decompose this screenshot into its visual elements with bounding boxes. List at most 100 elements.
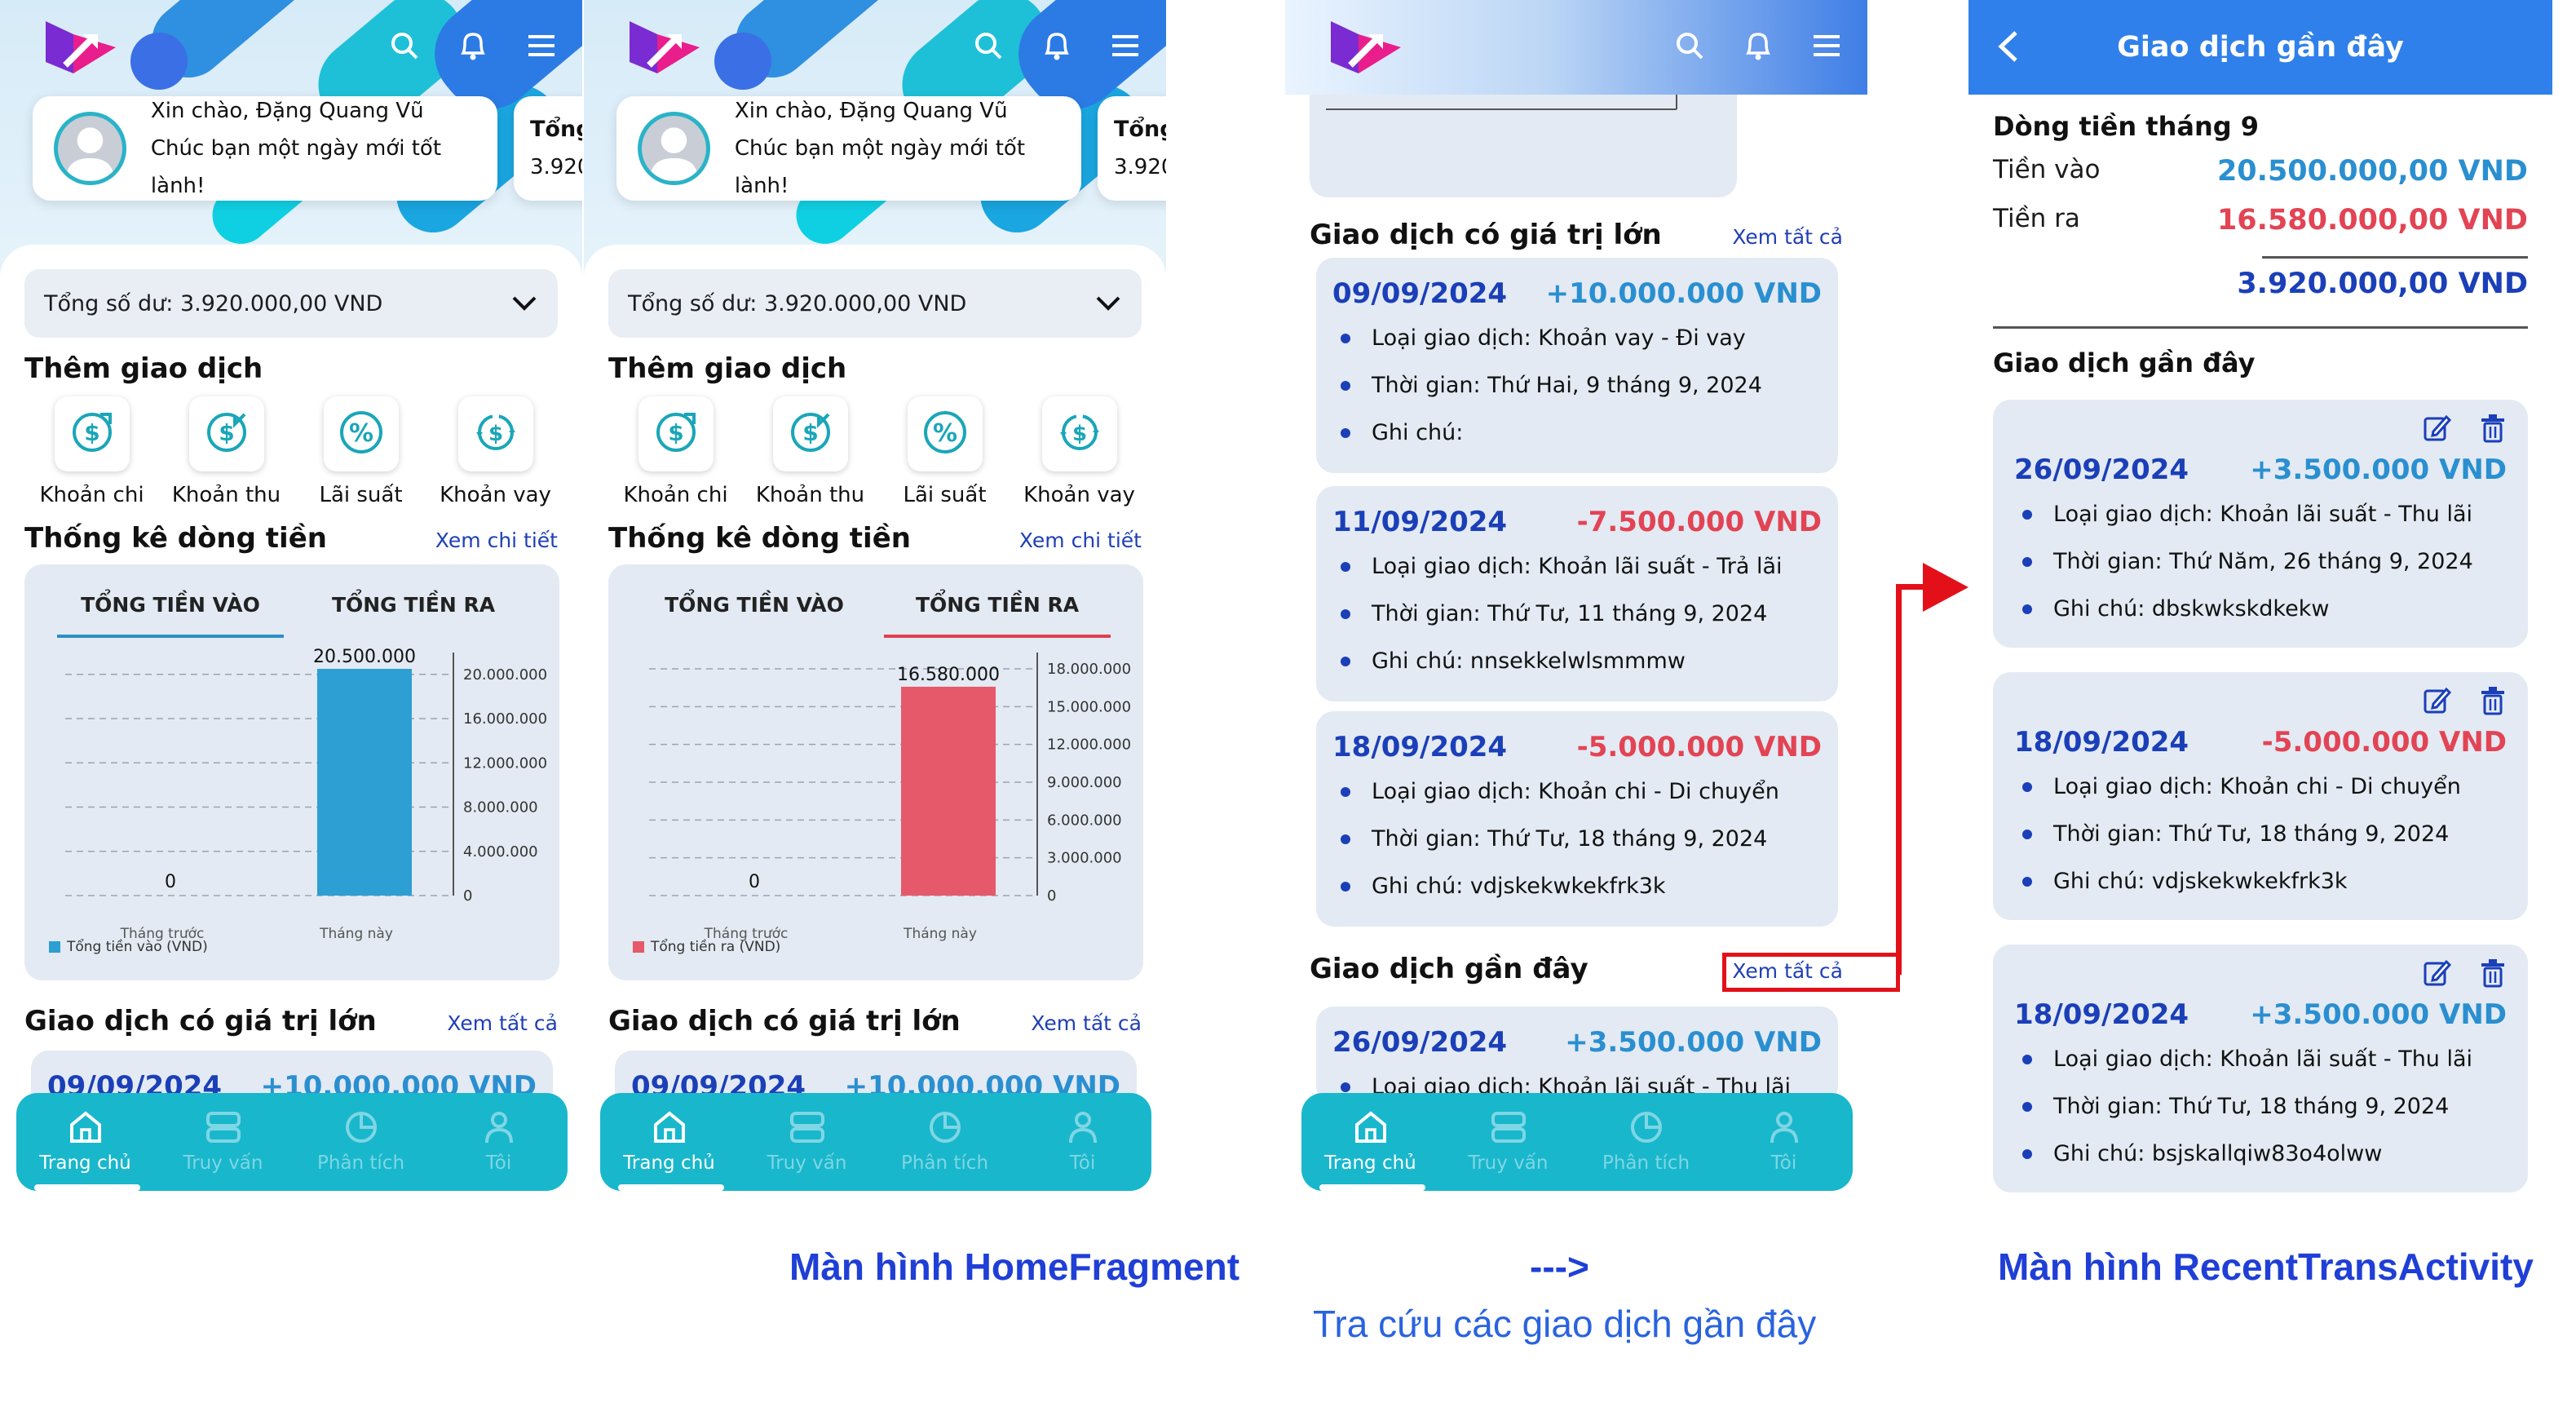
in-value: 20.500.000,00 VND: [2216, 155, 2528, 188]
nav-active-indicator: [34, 1184, 140, 1191]
recent-title: Giao dịch gần đây: [1310, 953, 1588, 985]
large-tx-title: Giao dịch có giá trị lớn: [24, 1005, 377, 1038]
tx-note: Ghi chú: vdjskekwkekfrk3k: [2053, 869, 2348, 894]
transaction-card[interactable]: 11/09/2024 -7.500.000 VND Loại giao dịch: …: [1316, 486, 1838, 701]
balance-text: Tổng số dư: 3.920.000,00 VND: [44, 290, 383, 316]
loan-icon: $: [471, 408, 520, 460]
flow-net-row: 3.920.000,00 VND: [1993, 268, 2528, 300]
svg-text:$: $: [668, 419, 683, 446]
action-expense[interactable]: $ Khoản chi: [608, 396, 743, 507]
action-income[interactable]: $ Khoản thu: [743, 396, 877, 507]
action-loan[interactable]: $ Khoản vay: [428, 396, 563, 507]
app-logo: [1331, 21, 1401, 73]
tx-date: 26/09/2024: [1332, 1026, 1508, 1059]
recent-tx-preview[interactable]: 26/09/2024 +3.500.000 VND Loại giao dịch:…: [1316, 1007, 1838, 1104]
action-interest[interactable]: % Lãi suất: [877, 396, 1012, 507]
cashflow-detail-link[interactable]: Xem chi tiết: [435, 529, 558, 552]
nav-active-indicator: [1319, 1184, 1425, 1191]
nav-query[interactable]: Truy vấn: [1451, 1110, 1566, 1174]
nav-analytics[interactable]: Phân tích: [304, 1110, 418, 1174]
transaction-card[interactable]: 18/09/2024 -5.000.000 VND Loại giao dịch: …: [1316, 711, 1838, 927]
back-arrow-icon[interactable]: [1993, 26, 2026, 67]
bullet-icon: [2022, 557, 2032, 567]
app-logo: [46, 21, 116, 73]
tx-type: Loại giao dịch: Khoản chi - Di chuyển: [2053, 774, 2461, 799]
bullet-icon: [2022, 510, 2032, 520]
transaction-card[interactable]: 26/09/2024 +3.500.000 VND Loại giao dịch: …: [1993, 400, 2528, 648]
action-expense[interactable]: $ Khoản chi: [24, 396, 159, 507]
transaction-card[interactable]: 18/09/2024 -5.000.000 VND Loại giao dịch: …: [1993, 672, 2528, 920]
nav-home[interactable]: Trang chủ: [1314, 1110, 1428, 1174]
large-tx-see-all-link[interactable]: Xem tất cả: [1732, 225, 1843, 249]
action-income[interactable]: $ Khoản thu: [159, 396, 294, 507]
summary-value: 3.920: [1114, 155, 1166, 179]
svg-text:$: $: [1071, 422, 1086, 446]
greeting-card[interactable]: Xin chào, Đặng Quang Vũ Chúc bạn một ngày…: [616, 96, 1081, 201]
nav-query[interactable]: Truy vấn: [750, 1110, 864, 1174]
caption-recent: Màn hình RecentTransActivity: [1998, 1246, 2534, 1288]
summary-title: Tổng: [1114, 117, 1166, 142]
bell-icon[interactable]: [1742, 29, 1774, 62]
bullet-icon: [1341, 1082, 1350, 1092]
legend-swatch: [633, 941, 644, 953]
nav-label: Phân tích: [1602, 1153, 1690, 1174]
tx-date: 26/09/2024: [2014, 454, 2189, 486]
transaction-card[interactable]: 18/09/2024 +3.500.000 VND Loại giao dịch: …: [1993, 945, 2528, 1192]
avatar[interactable]: [638, 112, 710, 185]
search-icon[interactable]: [1673, 29, 1706, 62]
cashflow-chart-card: TỔNG TIỀN VÀO TỔNG TIỀN RA 0 3.000.000 6.000…: [608, 564, 1143, 980]
arrow-segment: [1896, 587, 1902, 975]
chart-bar: [901, 686, 996, 896]
edit-icon[interactable]: [2422, 414, 2451, 443]
delete-icon[interactable]: [2479, 958, 2507, 988]
transaction-card[interactable]: 09/09/2024 +10.000.000 VND Loại giao dịch:…: [1316, 258, 1838, 473]
edit-icon[interactable]: [2422, 958, 2451, 988]
bullet-icon: [1341, 834, 1350, 844]
nav-profile[interactable]: Tôi: [1727, 1110, 1841, 1174]
avatar[interactable]: [54, 112, 126, 185]
nav-home[interactable]: Trang chủ: [612, 1110, 727, 1174]
action-label: Lãi suất: [903, 483, 987, 507]
balance-summary-card[interactable]: Tổng 3.920: [1098, 96, 1166, 201]
bullet-icon: [2022, 877, 2032, 887]
menu-icon[interactable]: [525, 29, 558, 62]
tx-amount: -5.000.000 VND: [2261, 726, 2507, 759]
action-interest[interactable]: % Lãi suất: [294, 396, 428, 507]
nav-analytics[interactable]: Phân tích: [888, 1110, 1002, 1174]
bullet-icon: [1341, 428, 1350, 438]
nav-home[interactable]: Trang chủ: [29, 1110, 143, 1174]
delete-icon[interactable]: [2479, 686, 2507, 715]
nav-analytics[interactable]: Phân tích: [1589, 1110, 1703, 1174]
nav-profile[interactable]: Tôi: [442, 1110, 556, 1174]
cashflow-title: Thống kê dòng tiền: [608, 522, 911, 555]
bell-icon[interactable]: [457, 29, 489, 62]
chart-ytick-label: 8.000.000: [463, 799, 538, 816]
tx-amount: +3.500.000 VND: [2250, 998, 2507, 1031]
delete-icon[interactable]: [2479, 414, 2507, 443]
bullet-icon: [1341, 882, 1350, 892]
greeting-card[interactable]: Xin chào, Đặng Quang Vũ Chúc bạn một ngày…: [33, 96, 497, 201]
menu-icon[interactable]: [1810, 29, 1843, 62]
search-icon[interactable]: [388, 29, 421, 62]
bell-icon[interactable]: [1041, 29, 1073, 62]
nav-label: Tôi: [1770, 1153, 1797, 1174]
nav-label: Trang chủ: [1324, 1153, 1416, 1174]
search-icon[interactable]: [972, 29, 1005, 62]
add-tx-title: Thêm giao dịch: [24, 352, 263, 385]
action-loan[interactable]: $ Khoản vay: [1012, 396, 1147, 507]
action-label: Khoản thu: [755, 483, 865, 507]
nav-query[interactable]: Truy vấn: [166, 1110, 281, 1174]
menu-icon[interactable]: [1109, 29, 1142, 62]
cashflow-detail-link[interactable]: Xem chi tiết: [1019, 529, 1142, 552]
cashflow-chart: 0 3.000.000 6.000.000 9.000.000 12.000.000 15…: [633, 653, 1131, 955]
home-screen-income-tab: Xin chào, Đặng Quang Vũ Chúc bạn một ngày…: [0, 0, 582, 1223]
nav-profile[interactable]: Tôi: [1026, 1110, 1140, 1174]
edit-icon[interactable]: [2422, 686, 2451, 715]
balance-dropdown[interactable]: Tổng số dư: 3.920.000,00 VND: [608, 269, 1142, 338]
large-tx-see-all-link[interactable]: Xem tất cả: [1031, 1011, 1142, 1035]
query-icon: [1490, 1110, 1527, 1148]
home-icon: [651, 1110, 688, 1148]
large-tx-see-all-link[interactable]: Xem tất cả: [447, 1011, 558, 1035]
balance-summary-card[interactable]: Tổng 3.920: [514, 96, 582, 201]
balance-dropdown[interactable]: Tổng số dư: 3.920.000,00 VND: [24, 269, 558, 338]
